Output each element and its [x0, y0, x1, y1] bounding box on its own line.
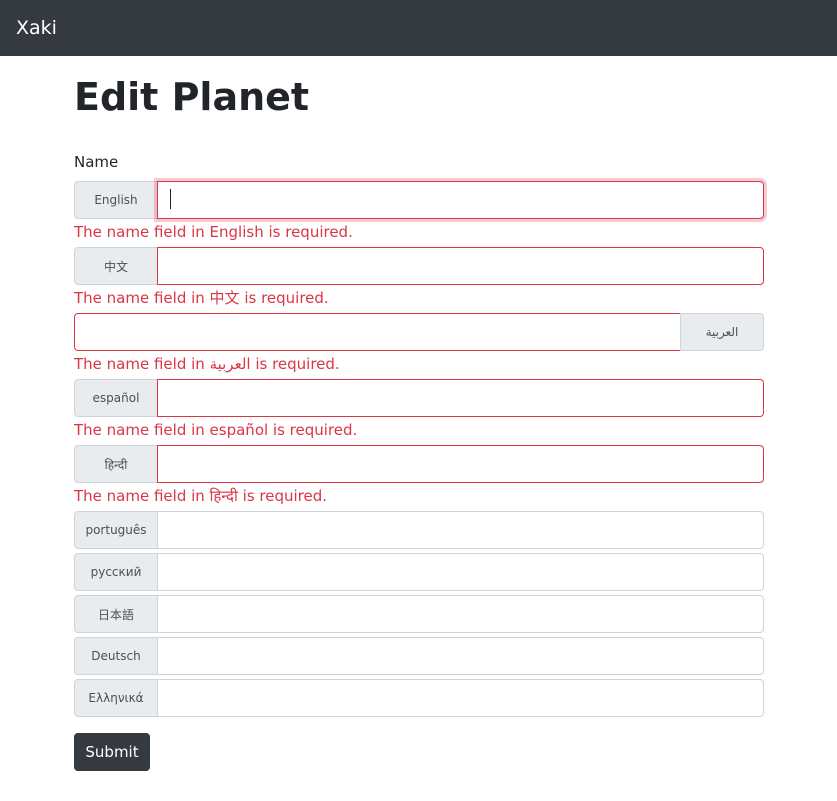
name-input-portuguese[interactable] [157, 511, 764, 549]
name-input-english[interactable] [157, 181, 764, 219]
navbar-brand[interactable]: Xaki [16, 14, 57, 42]
name-input-japanese[interactable] [157, 595, 764, 633]
name-group-hindi: हिन्दी [74, 445, 764, 483]
name-input-spanish[interactable] [157, 379, 764, 417]
text-caret [170, 189, 171, 209]
name-group-greek: Ελληνικά [74, 679, 764, 717]
name-group-german: Deutsch [74, 637, 764, 675]
name-input-arabic[interactable] [74, 313, 681, 351]
name-group-arabic: العربية [74, 313, 764, 351]
name-group-russian: русский [74, 553, 764, 591]
error-message-english: The name field in English is required. [74, 223, 353, 241]
name-input-chinese[interactable] [157, 247, 764, 285]
language-addon-japanese: 日本語 [74, 595, 158, 633]
language-addon-chinese: 中文 [74, 247, 158, 285]
error-message-chinese: The name field in 中文 is required. [74, 289, 329, 307]
language-addon-russian: русский [74, 553, 158, 591]
name-group-english: English [74, 181, 764, 219]
error-message-hindi: The name field in हिन्दी is required. [74, 487, 328, 505]
language-addon-portuguese: português [74, 511, 158, 549]
name-group-portuguese: português [74, 511, 764, 549]
error-message-spanish: The name field in español is required. [74, 421, 358, 439]
name-group-japanese: 日本語 [74, 595, 764, 633]
name-group-chinese: 中文 [74, 247, 764, 285]
error-message-arabic: The name field in العربية is required. [74, 355, 340, 373]
page-title: Edit Planet [74, 75, 310, 119]
name-input-greek[interactable] [157, 679, 764, 717]
navbar: Xaki [0, 0, 837, 56]
name-label: Name [74, 153, 119, 171]
language-addon-greek: Ελληνικά [74, 679, 158, 717]
language-addon-hindi: हिन्दी [74, 445, 158, 483]
language-addon-english: English [74, 181, 158, 219]
language-addon-german: Deutsch [74, 637, 158, 675]
language-addon-spanish: español [74, 379, 158, 417]
name-input-hindi[interactable] [157, 445, 764, 483]
language-addon-arabic: العربية [680, 313, 764, 351]
name-group-spanish: español [74, 379, 764, 417]
submit-button[interactable]: Submit [74, 733, 150, 771]
name-input-german[interactable] [157, 637, 764, 675]
name-input-russian[interactable] [157, 553, 764, 591]
